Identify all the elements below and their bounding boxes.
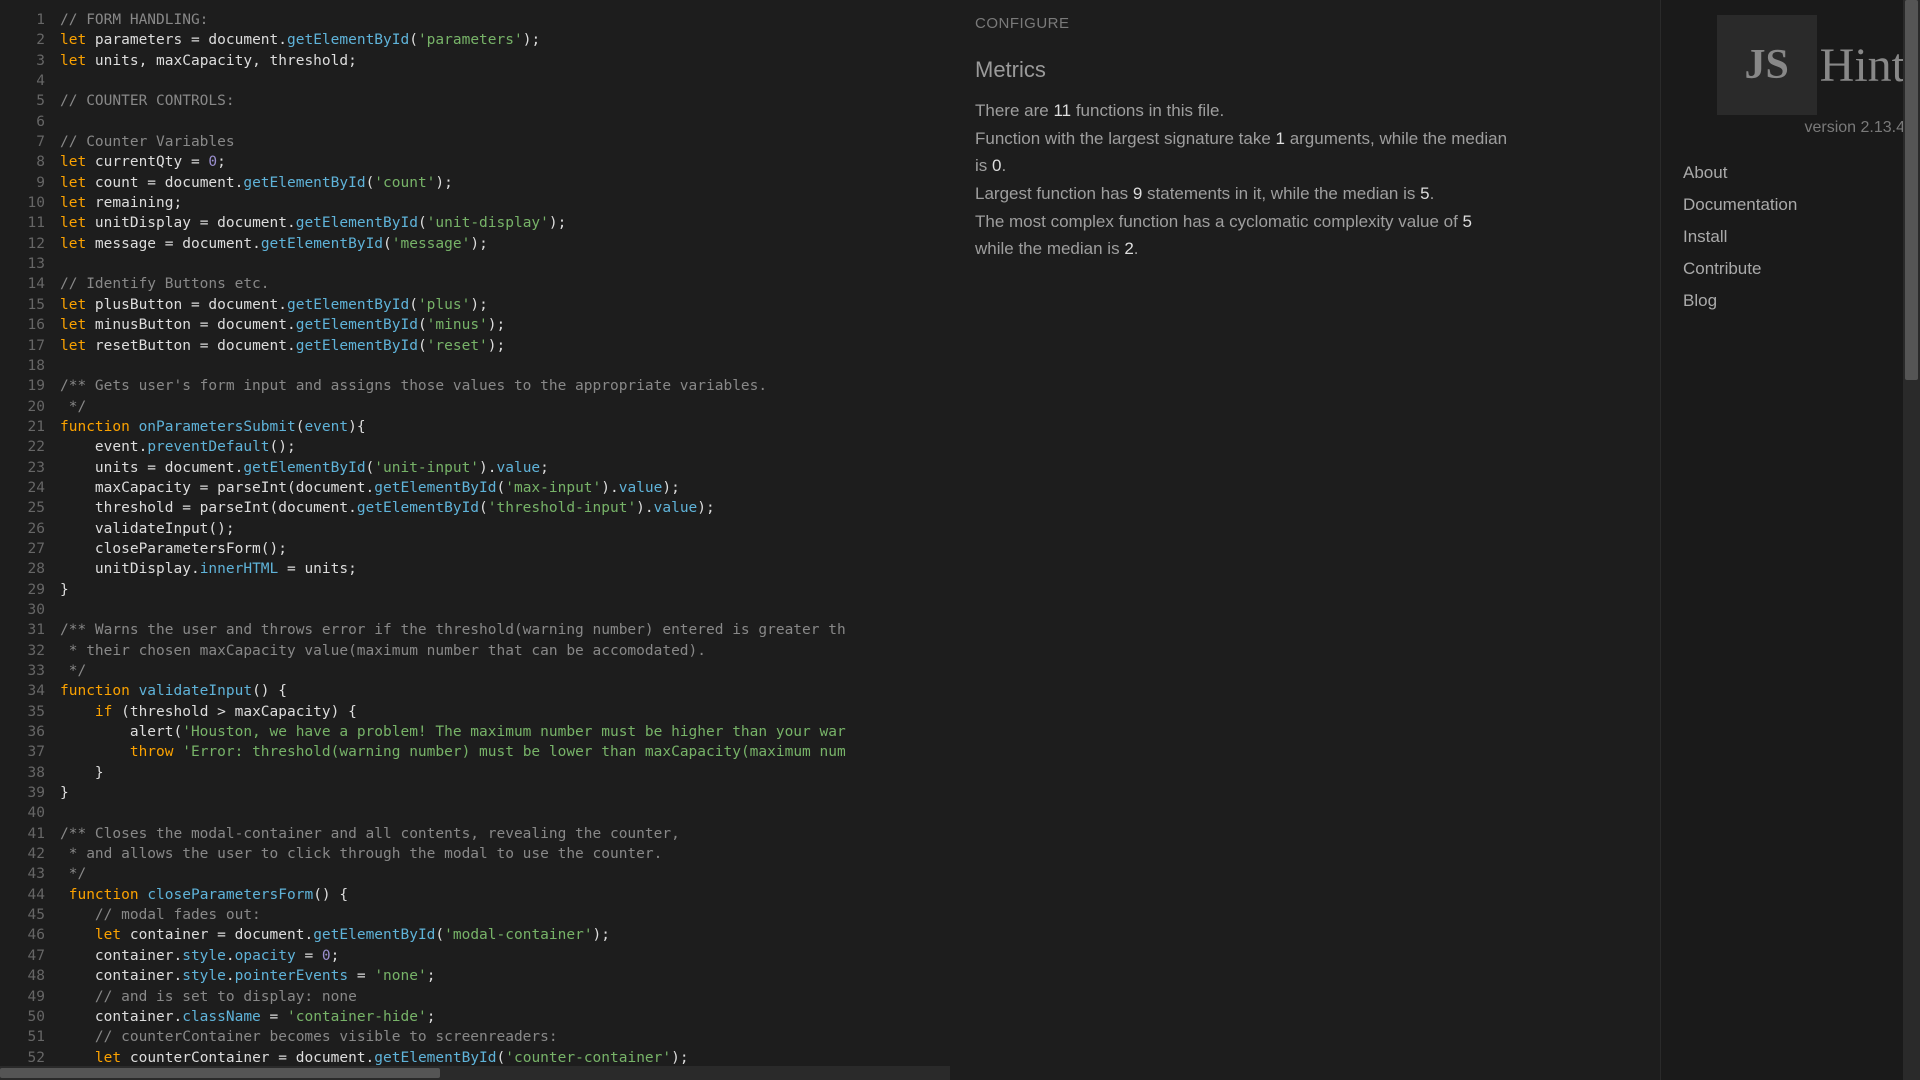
- nav-about[interactable]: About: [1683, 157, 1920, 189]
- code-line[interactable]: container.style.opacity = 0;: [60, 946, 950, 966]
- metric-complexity: The most complex function has a cyclomat…: [975, 209, 1515, 262]
- code-line[interactable]: container.className = 'container-hide';: [60, 1007, 950, 1027]
- code-line[interactable]: let message = document.getElementById('m…: [60, 234, 950, 254]
- code-line[interactable]: let count = document.getElementById('cou…: [60, 173, 950, 193]
- code-line[interactable]: function onParametersSubmit(event){: [60, 417, 950, 437]
- code-line[interactable]: units = document.getElementById('unit-in…: [60, 458, 950, 478]
- code-line[interactable]: unitDisplay.innerHTML = units;: [60, 559, 950, 579]
- code-line[interactable]: [60, 356, 950, 376]
- code-line[interactable]: let container = document.getElementById(…: [60, 925, 950, 945]
- code-line[interactable]: */: [60, 397, 950, 417]
- logo-js-icon: JS: [1717, 15, 1817, 115]
- logo-hint-text: Hint: [1820, 38, 1905, 93]
- code-content[interactable]: // FORM HANDLING:let parameters = docume…: [60, 10, 950, 1080]
- code-line[interactable]: /** Warns the user and throws error if t…: [60, 620, 950, 640]
- scrollbar-horizontal[interactable]: [0, 1066, 950, 1080]
- metric-functions: There are 11 functions in this file.: [975, 98, 1515, 124]
- code-line[interactable]: /** Closes the modal-container and all c…: [60, 824, 950, 844]
- code-line[interactable]: */: [60, 864, 950, 884]
- code-line[interactable]: let currentQty = 0;: [60, 152, 950, 172]
- code-line[interactable]: throw 'Error: threshold(warning number) …: [60, 742, 950, 762]
- code-editor[interactable]: 1234567891011121314151617181920212223242…: [0, 0, 950, 1080]
- code-line[interactable]: * and allows the user to click through t…: [60, 844, 950, 864]
- code-line[interactable]: // FORM HANDLING:: [60, 10, 950, 30]
- output-panel: CONFIGURE Metrics There are 11 functions…: [950, 0, 1660, 1080]
- code-line[interactable]: threshold = parseInt(document.getElement…: [60, 498, 950, 518]
- configure-link[interactable]: CONFIGURE: [975, 15, 1635, 32]
- code-line[interactable]: [60, 600, 950, 620]
- code-line[interactable]: [60, 112, 950, 132]
- nav-contribute[interactable]: Contribute: [1683, 253, 1920, 285]
- code-line[interactable]: let remaining;: [60, 193, 950, 213]
- code-line[interactable]: /** Gets user's form input and assigns t…: [60, 376, 950, 396]
- code-line[interactable]: }: [60, 783, 950, 803]
- code-line[interactable]: event.preventDefault();: [60, 437, 950, 457]
- code-line[interactable]: [60, 71, 950, 91]
- metric-signature: Function with the largest signature take…: [975, 126, 1515, 179]
- nav-install[interactable]: Install: [1683, 221, 1920, 253]
- code-line[interactable]: // and is set to display: none: [60, 987, 950, 1007]
- line-gutter: 1234567891011121314151617181920212223242…: [0, 10, 60, 1080]
- code-line[interactable]: // Identify Buttons etc.: [60, 274, 950, 294]
- code-line[interactable]: let plusButton = document.getElementById…: [60, 295, 950, 315]
- code-line[interactable]: let units, maxCapacity, threshold;: [60, 51, 950, 71]
- code-line[interactable]: let unitDisplay = document.getElementByI…: [60, 213, 950, 233]
- scrollbar-vertical[interactable]: [1903, 0, 1920, 1080]
- sidebar: JS Hint version 2.13.4 About Documentati…: [1660, 0, 1920, 1080]
- nav: About Documentation Install Contribute B…: [1661, 157, 1920, 317]
- code-line[interactable]: if (threshold > maxCapacity) {: [60, 702, 950, 722]
- nav-blog[interactable]: Blog: [1683, 285, 1920, 317]
- code-line[interactable]: container.style.pointerEvents = 'none';: [60, 966, 950, 986]
- code-line[interactable]: let resetButton = document.getElementByI…: [60, 336, 950, 356]
- code-line[interactable]: // COUNTER CONTROLS:: [60, 91, 950, 111]
- code-line[interactable]: function closeParametersForm() {: [60, 885, 950, 905]
- code-line[interactable]: // Counter Variables: [60, 132, 950, 152]
- metric-statements: Largest function has 9 statements in it,…: [975, 181, 1515, 207]
- code-line[interactable]: let minusButton = document.getElementByI…: [60, 315, 950, 335]
- code-line[interactable]: }: [60, 763, 950, 783]
- version-text: version 2.13.4: [1661, 115, 1920, 157]
- code-line[interactable]: [60, 803, 950, 823]
- code-line[interactable]: }: [60, 580, 950, 600]
- logo[interactable]: JS Hint: [1661, 15, 1920, 115]
- scrollbar-thumb[interactable]: [1905, 0, 1918, 380]
- code-line[interactable]: let counterContainer = document.getEleme…: [60, 1048, 950, 1068]
- code-line[interactable]: [60, 254, 950, 274]
- code-line[interactable]: alert('Houston, we have a problem! The m…: [60, 722, 950, 742]
- code-line[interactable]: * their chosen maxCapacity value(maximum…: [60, 641, 950, 661]
- code-line[interactable]: // counterContainer becomes visible to s…: [60, 1027, 950, 1047]
- code-line[interactable]: // modal fades out:: [60, 905, 950, 925]
- code-line[interactable]: let parameters = document.getElementById…: [60, 30, 950, 50]
- code-line[interactable]: */: [60, 661, 950, 681]
- nav-documentation[interactable]: Documentation: [1683, 189, 1920, 221]
- code-line[interactable]: validateInput();: [60, 519, 950, 539]
- code-line[interactable]: function validateInput() {: [60, 681, 950, 701]
- code-line[interactable]: closeParametersForm();: [60, 539, 950, 559]
- metrics-heading: Metrics: [975, 57, 1635, 83]
- scrollbar-h-thumb[interactable]: [0, 1068, 440, 1078]
- code-line[interactable]: maxCapacity = parseInt(document.getEleme…: [60, 478, 950, 498]
